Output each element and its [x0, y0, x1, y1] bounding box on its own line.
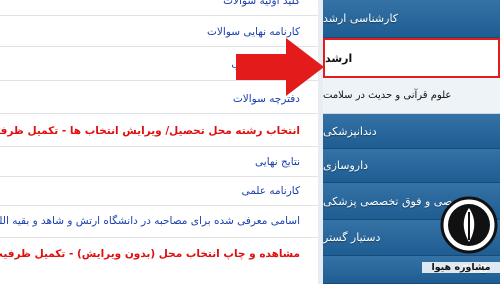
sidebar-item-quran-hadith-health[interactable]: علوم قرآنی و حدیث در سلامت: [323, 78, 500, 114]
divider: [0, 237, 318, 238]
link-academic-report-card[interactable]: کارنامه علمی: [0, 184, 300, 198]
watermark-logo-icon: [440, 196, 498, 254]
divider: [0, 176, 318, 177]
link-final-answer-key[interactable]: کارنامه نهایی سوالات: [0, 25, 300, 39]
divider: [0, 146, 318, 147]
sidebar-item-label: دندانپزشکی: [323, 124, 377, 138]
divider: [0, 205, 318, 206]
sidebar-item-label: علوم قرآنی و حدیث در سلامت: [323, 90, 452, 101]
pointer-arrow-icon: [236, 38, 324, 96]
sidebar-item-label: ارشد: [325, 51, 353, 65]
sidebar-item-label: دستیار گستر: [323, 231, 381, 244]
sidebar-item-masters-selected[interactable]: ارشد: [323, 38, 500, 78]
sidebar-item-label: داروسازی: [323, 159, 369, 172]
link-initial-answer-key[interactable]: کلید اولیه سوالات: [0, 0, 300, 8]
sidebar-item-pharmacy[interactable]: داروسازی: [323, 149, 500, 183]
divider: [0, 113, 318, 114]
link-view-print-selection[interactable]: مشاهده و چاپ انتخاب محل (بدون ویرایش) - …: [0, 247, 300, 261]
sidebar-item-dentistry[interactable]: دندانپزشکی: [323, 114, 500, 149]
divider: [0, 15, 318, 16]
link-final-results[interactable]: نتایج نهایی: [0, 155, 300, 169]
sidebar-item-masters[interactable]: کارشناسی ارشد: [323, 0, 500, 38]
sidebar-item-label: کارشناسی ارشد: [323, 12, 399, 25]
link-field-selection-edit[interactable]: انتخاب رشته محل تحصیل/ ویرایش انتخاب ها …: [0, 124, 300, 138]
watermark-text: مشاوره هیوا: [422, 262, 500, 273]
link-interview-list[interactable]: اسامی معرفی شده برای مصاحبه در دانشگاه ا…: [0, 214, 300, 228]
